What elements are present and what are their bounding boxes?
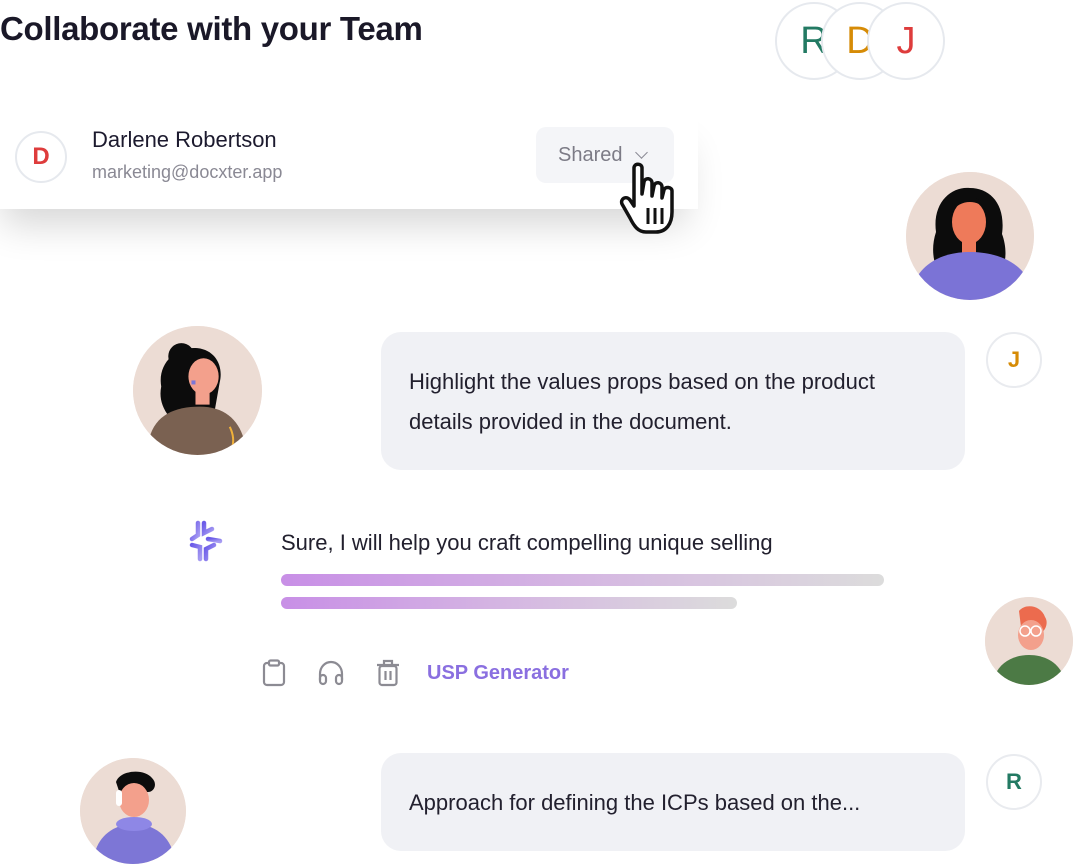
message-text-line1: Highlight the values props based on the …	[409, 369, 875, 394]
clipboard-icon[interactable]	[260, 658, 288, 688]
avatar-woman-bun	[133, 326, 262, 455]
user-share-card: D Darlene Robertson marketing@docxter.ap…	[0, 107, 698, 209]
access-label: Shared	[558, 143, 623, 166]
user-name: Darlene Robertson	[92, 127, 277, 152]
team-avatar-group: R D J	[775, 2, 950, 82]
message-bubble-user-r: Approach for defining the ICPs based on …	[381, 753, 965, 851]
user-email: marketing@docxter.app	[92, 162, 283, 182]
team-avatar-j[interactable]: J	[867, 2, 945, 80]
response-actions: USP Generator	[260, 656, 569, 690]
usp-generator-link[interactable]: USP Generator	[427, 662, 569, 685]
ai-response-text: Sure, I will help you craft compelling u…	[281, 530, 773, 555]
avatar-man-glasses	[985, 597, 1073, 685]
message-bubble-user-j: Highlight the values props based on the …	[381, 332, 965, 470]
ai-sparkle-icon	[181, 520, 223, 562]
page-title: Collaborate with your Team	[0, 10, 423, 47]
avatar-man-headphones	[80, 758, 186, 864]
message-text-line2: details provided in the document.	[409, 409, 732, 434]
user-avatar: D	[15, 131, 67, 183]
loading-bar-2	[281, 597, 737, 609]
author-avatar-j: J	[986, 332, 1042, 388]
chevron-down-icon	[634, 145, 648, 159]
loading-bar-1	[281, 574, 884, 586]
trash-icon[interactable]	[374, 658, 402, 688]
author-avatar-r: R	[986, 754, 1042, 810]
headphones-icon[interactable]	[317, 658, 345, 688]
message-text: Approach for defining the ICPs based on …	[409, 790, 861, 815]
hand-pointer-cursor-icon	[619, 162, 674, 234]
avatar-woman-long-hair	[906, 172, 1034, 300]
